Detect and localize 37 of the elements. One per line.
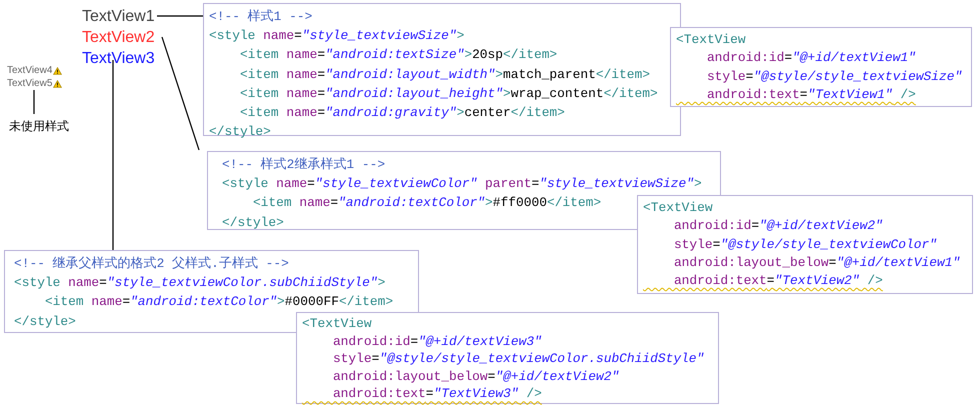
code-line: </style> — [209, 123, 271, 142]
textview-text: TextView4 — [7, 65, 52, 76]
code-line: <style name="style_textviewColor" parent="style_textviewSize"> — [222, 175, 702, 194]
caption-label: 未使用样式 — [9, 118, 69, 135]
connector-line — [157, 15, 203, 17]
code-line: <item name="android:layout_width">match_parent</item> — [238, 66, 650, 84]
textview-text: TextView1 — [82, 7, 155, 27]
code-line: <item name="android:textColor">#ff0000</item> — [252, 194, 602, 212]
code-line: <!-- 继承父样式的格式2 父样式.子样式 --> — [14, 255, 289, 273]
code-line: <item name="android:gravity">center</item> — [238, 104, 565, 122]
code-line: style="@style/style_textviewSize" — [706, 68, 962, 86]
textview-text: TextView3 — [82, 49, 155, 69]
code-line: <TextView — [676, 31, 746, 49]
code-line: android:id="@+id/textView1" — [706, 49, 916, 68]
code-line: android:layout_below="@+id/textView2" — [332, 368, 620, 386]
code-line: <!-- 样式1 --> — [209, 8, 312, 26]
code-line: android:text="TextView1" /> — [706, 86, 916, 104]
textview-text: TextView2 — [82, 28, 155, 48]
code-line: android:id="@+id/textView3" — [332, 332, 542, 350]
code-line: <item name="android:textColor">#0000FF</item> — [44, 293, 394, 312]
code-line: </style> — [222, 214, 284, 232]
code-line: <style name="style_textviewSize"> — [209, 27, 464, 46]
code-line: style="@style/style_textviewColor" — [672, 236, 937, 254]
code-line: <item name="android:textSize">20sp</item> — [238, 46, 558, 64]
code-line: android:id="@+id/textView2" — [672, 217, 883, 236]
connector-line — [33, 90, 35, 114]
code-line: <style name="style_textviewColor.subChiidStyle"> — [14, 274, 386, 292]
code-line: </style> — [14, 312, 76, 331]
textview-text: TextView5 — [7, 78, 52, 89]
code-line: <TextView — [643, 199, 713, 217]
code-line: android:text="TextView3" /> — [332, 385, 542, 403]
code-line: android:text="TextView2" /> — [672, 272, 883, 290]
code-line: <!-- 样式2继承样式1 --> — [222, 156, 386, 174]
code-line: <item name="android:layout_height">wrap_content</item> — [238, 84, 658, 103]
code-line: style="@style/style_textviewColor.subChiidStyle" — [332, 350, 704, 368]
code-line: android:layout_below="@+id/textView1" — [672, 254, 960, 272]
code-line: <TextView — [302, 315, 372, 333]
